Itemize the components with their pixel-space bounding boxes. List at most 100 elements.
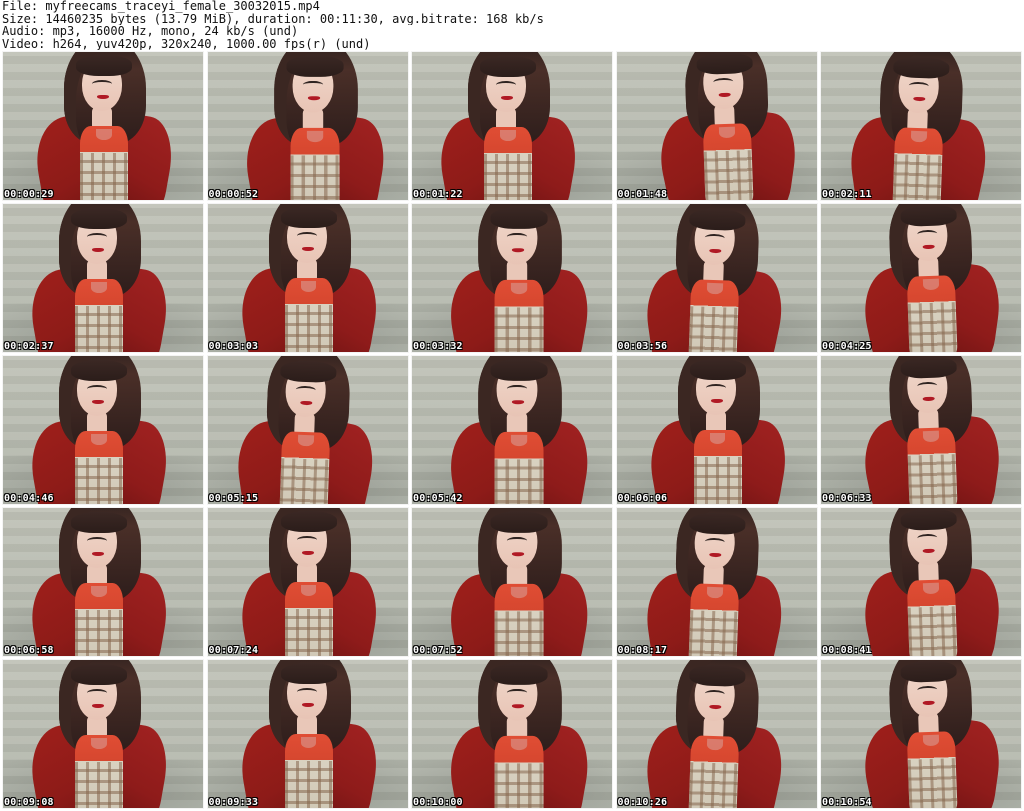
dress-shape: [80, 126, 128, 200]
bangs-shape: [280, 510, 337, 532]
video-thumbnail[interactable]: 00:02:37: [2, 203, 204, 353]
video-thumbnail[interactable]: 00:10:26: [615, 659, 818, 809]
person-figure: [415, 356, 612, 504]
dress-shape: [687, 279, 739, 352]
file-info-header: File: myfreecams_traceyi_female_30032015…: [2, 0, 1020, 50]
timestamp-label: 00:06:33: [822, 493, 872, 504]
video-thumbnail[interactable]: 00:10:54: [820, 659, 1022, 809]
timestamp-label: 00:08:17: [617, 645, 668, 656]
bangs-shape: [688, 512, 746, 535]
bangs-shape: [279, 360, 337, 383]
video-thumbnail[interactable]: 00:06:58: [2, 507, 204, 657]
thumbnail-grid: 00:00:29 00:00:52 00:01:22 00:01:48 00:0…: [2, 51, 1022, 809]
eyes-shape: [302, 81, 323, 89]
video-thumbnail[interactable]: 00:03:56: [615, 203, 818, 353]
person-figure: [208, 204, 407, 352]
video-thumbnail[interactable]: 00:08:41: [820, 507, 1022, 657]
dress-shape: [290, 127, 340, 200]
video-thumbnail[interactable]: 00:10:00: [411, 659, 613, 809]
video-thumbnail[interactable]: 00:06:33: [820, 355, 1022, 505]
dress-shape: [906, 579, 958, 656]
eyes-shape: [506, 233, 528, 241]
eyes-shape: [296, 232, 317, 240]
person-figure: [211, 52, 408, 200]
timestamp-label: 00:03:03: [208, 341, 259, 352]
timestamp-label: 00:08:41: [822, 645, 872, 656]
timestamp-label: 00:07:52: [413, 645, 463, 656]
bangs-shape: [490, 207, 548, 229]
person-figure: [617, 660, 816, 808]
video-thumbnail[interactable]: 00:05:42: [411, 355, 613, 505]
video-thumbnail[interactable]: 00:05:15: [206, 355, 409, 505]
video-thumbnail[interactable]: 00:06:06: [615, 355, 818, 505]
dress-shape: [906, 731, 958, 808]
timestamp-label: 00:10:54: [822, 797, 872, 808]
file-size-line: Size: 14460235 bytes (13.79 MiB), durati…: [2, 12, 544, 25]
timestamp-label: 00:07:24: [208, 645, 259, 656]
bangs-shape: [893, 56, 950, 79]
eyes-shape: [506, 689, 528, 697]
bangs-shape: [490, 511, 548, 533]
person-figure: [208, 356, 407, 504]
bangs-shape: [285, 55, 344, 77]
person-figure: [617, 204, 816, 352]
video-thumbnail[interactable]: 00:00:52: [206, 51, 409, 201]
dress-shape: [494, 583, 544, 656]
bangs-shape: [490, 663, 548, 685]
person-figure: [3, 52, 202, 200]
timestamp-label: 00:02:37: [4, 341, 54, 352]
dress-shape: [284, 734, 333, 808]
person-figure: [415, 204, 612, 352]
video-thumbnail[interactable]: 00:03:03: [206, 203, 409, 353]
bangs-shape: [900, 356, 957, 379]
timestamp-label: 00:02:11: [822, 189, 872, 200]
video-thumbnail[interactable]: 00:04:46: [2, 355, 204, 505]
bangs-shape: [71, 207, 127, 229]
video-thumbnail[interactable]: 00:04:25: [820, 203, 1022, 353]
eyes-shape: [87, 233, 107, 241]
dress-shape: [906, 427, 958, 504]
person-figure: [415, 508, 612, 656]
eyes-shape: [87, 689, 107, 697]
person-figure: [208, 660, 407, 808]
eyes-shape: [506, 385, 528, 393]
timestamp-label: 00:05:42: [413, 493, 463, 504]
person-figure: [826, 356, 1021, 504]
bangs-shape: [490, 359, 548, 381]
timestamp-label: 00:10:26: [617, 797, 668, 808]
dress-shape: [278, 431, 330, 504]
person-figure: [826, 508, 1021, 656]
timestamp-label: 00:00:29: [4, 189, 54, 200]
timestamp-label: 00:04:25: [822, 341, 872, 352]
timestamp-label: 00:03:56: [617, 341, 668, 352]
video-thumbnail[interactable]: 00:08:17: [615, 507, 818, 657]
video-info-line: Video: h264, yuv420p, 320x240, 1000.00 f…: [2, 37, 371, 50]
person-figure: [3, 204, 197, 352]
timestamp-label: 00:04:46: [4, 493, 54, 504]
video-thumbnail[interactable]: 00:07:52: [411, 507, 613, 657]
eyes-shape: [296, 688, 317, 696]
person-figure: [208, 508, 407, 656]
bangs-shape: [280, 206, 337, 228]
timestamp-label: 00:01:48: [617, 189, 668, 200]
timestamp-label: 00:01:22: [413, 189, 463, 200]
bangs-shape: [695, 52, 753, 75]
video-thumbnail[interactable]: 00:02:11: [820, 51, 1022, 201]
timestamp-label: 00:05:15: [208, 493, 259, 504]
video-thumbnail[interactable]: 00:01:22: [411, 51, 613, 201]
dress-shape: [494, 735, 544, 808]
video-thumbnail[interactable]: 00:09:33: [206, 659, 409, 809]
video-thumbnail[interactable]: 00:09:08: [2, 659, 204, 809]
video-thumbnail[interactable]: 00:07:24: [206, 507, 409, 657]
person-figure: [826, 204, 1021, 352]
dress-shape: [906, 275, 958, 352]
eyes-shape: [296, 536, 317, 544]
eyes-shape: [87, 385, 107, 393]
file-name-line: File: myfreecams_traceyi_female_30032015…: [2, 0, 320, 13]
video-thumbnail[interactable]: 00:00:29: [2, 51, 204, 201]
video-thumbnail[interactable]: 00:03:32: [411, 203, 613, 353]
video-thumbnail[interactable]: 00:01:48: [615, 51, 818, 201]
dress-shape: [494, 431, 544, 504]
person-figure: [412, 52, 606, 200]
person-figure: [821, 52, 1020, 200]
